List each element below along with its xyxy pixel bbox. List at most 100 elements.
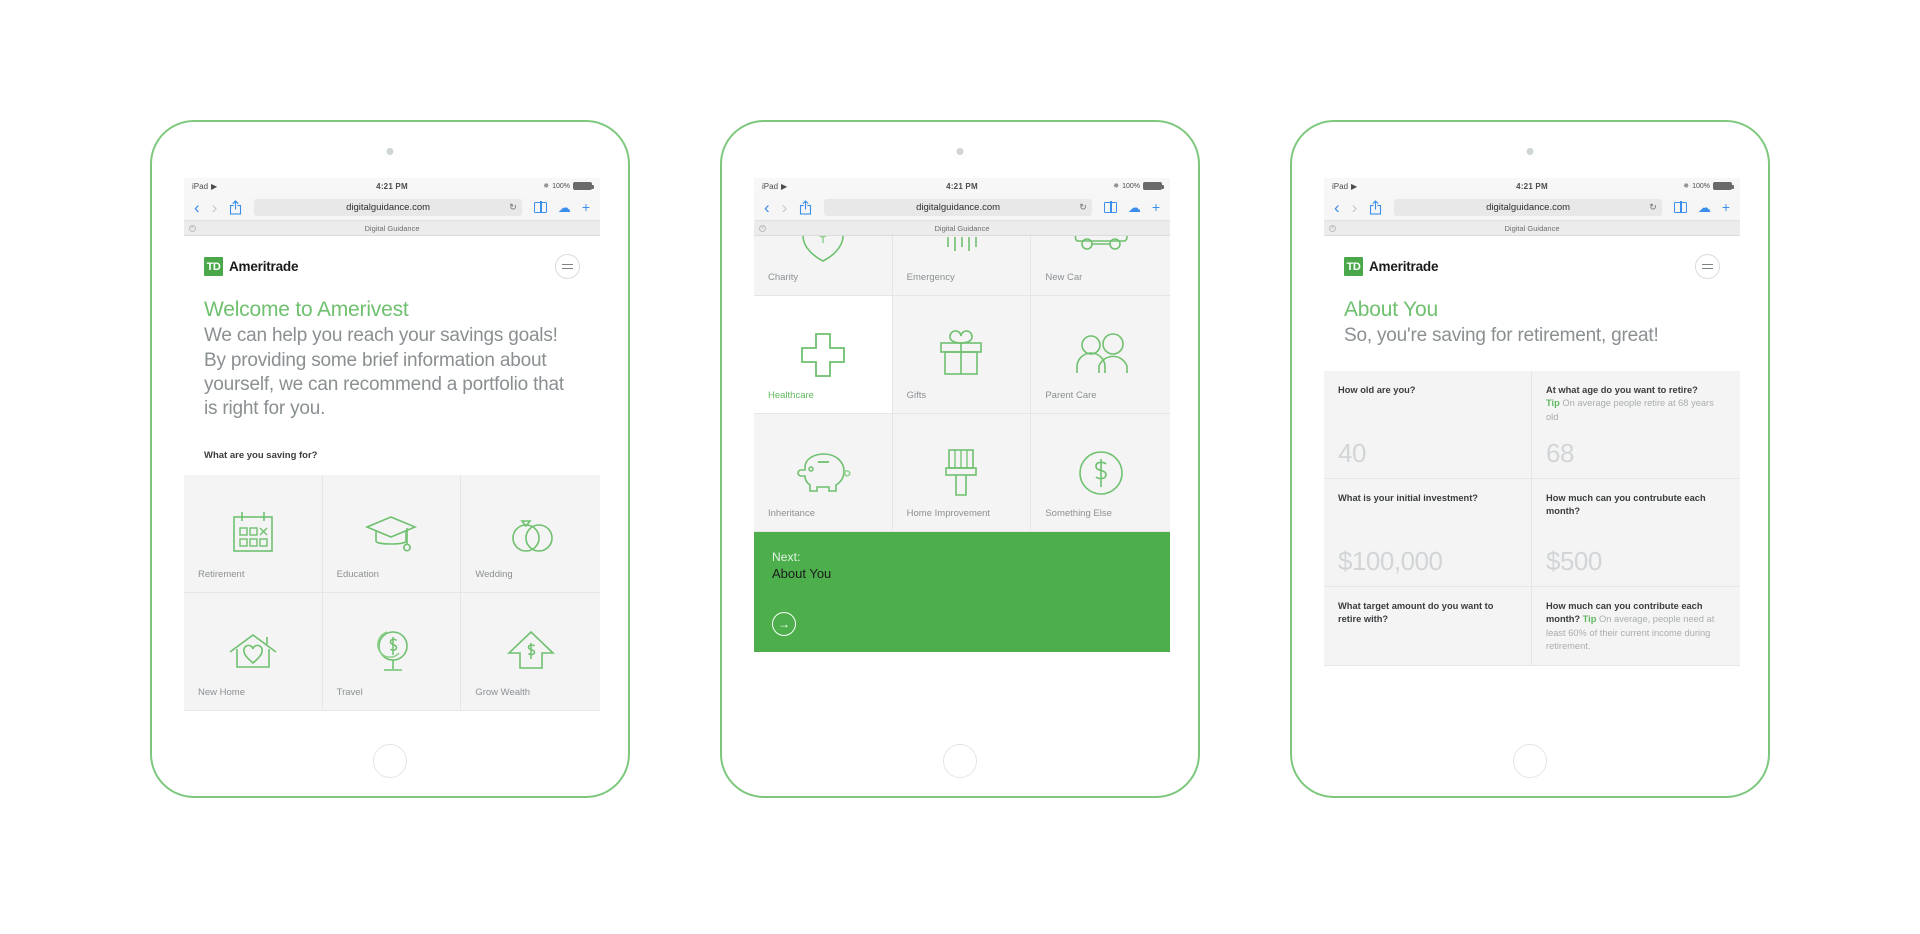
- form-field-monthly-contribution[interactable]: How much can you contrubute each month? …: [1532, 478, 1740, 587]
- gift-icon: [934, 324, 988, 386]
- plus-icon[interactable]: +: [1722, 200, 1730, 214]
- share-icon[interactable]: [799, 199, 812, 215]
- ipad-device-1: iPad ▶ 4:21 PM ✵ 100% ‹ › digitalguidanc…: [150, 120, 630, 798]
- piggy-bank-icon: [792, 442, 854, 504]
- goal-label: Parent Care: [1045, 390, 1097, 401]
- ipad-screen-1: iPad ▶ 4:21 PM ✵ 100% ‹ › digitalguidanc…: [184, 178, 600, 744]
- goal-tile-parent-care[interactable]: Parent Care: [1031, 296, 1170, 414]
- goal-tile-new-car[interactable]: New Car: [1031, 236, 1170, 296]
- page-3: TD Ameritrade About You So, you're savin…: [1324, 236, 1740, 744]
- tab-title[interactable]: Digital Guidance: [754, 224, 1170, 233]
- brand-logo: TD Ameritrade: [1344, 257, 1438, 276]
- goal-label: New Home: [198, 686, 245, 698]
- toolbar-right: ☁ +: [1103, 200, 1160, 214]
- goal-tile-education[interactable]: Education: [322, 474, 462, 593]
- hero-block-1: Welcome to Amerivest We can help you rea…: [184, 285, 600, 475]
- safari-tab-bar: ✕ Digital Guidance: [754, 221, 1170, 236]
- tab-title[interactable]: Digital Guidance: [184, 224, 600, 233]
- field-question: At what age do you want to retire? Tip On…: [1546, 384, 1726, 424]
- goal-tile-charity[interactable]: Charity: [754, 236, 893, 296]
- goal-tile-wedding[interactable]: Wedding: [461, 474, 600, 593]
- address-bar[interactable]: digitalguidance.com ↻: [824, 198, 1092, 216]
- book-icon[interactable]: [1103, 201, 1117, 213]
- hamburger-icon[interactable]: [555, 254, 580, 279]
- front-camera: [956, 148, 964, 155]
- rain-cloud-icon: [932, 236, 990, 268]
- ipad-device-3: iPad ▶ 4:21 PM ✵ 100% ‹ › digitalguidanc…: [1290, 120, 1770, 798]
- cloud-icon[interactable]: ☁: [1128, 201, 1141, 214]
- share-icon[interactable]: [1369, 199, 1382, 215]
- home-button[interactable]: [373, 744, 407, 778]
- book-icon[interactable]: [1673, 201, 1687, 213]
- form-field-age[interactable]: How old are you? 40: [1324, 370, 1532, 479]
- goal-tile-emergency[interactable]: Emergency: [892, 236, 1032, 296]
- back-icon[interactable]: ‹: [1334, 199, 1340, 216]
- front-camera: [386, 148, 394, 155]
- retire-age-input[interactable]: 68: [1546, 440, 1726, 466]
- toolbar-right: ☁ +: [1673, 200, 1730, 214]
- goal-label: Retirement: [198, 568, 245, 580]
- goal-tile-something-else[interactable]: Something Else: [1031, 414, 1170, 532]
- goal-label: Gifts: [906, 390, 927, 401]
- goal-label: Travel: [336, 686, 363, 698]
- safari-toolbar: ‹ › digitalguidance.com ↻ ☁ +: [754, 194, 1170, 221]
- back-icon[interactable]: ‹: [764, 199, 770, 216]
- next-step-banner[interactable]: Next: About You →: [754, 532, 1170, 652]
- reload-icon[interactable]: ↻: [1649, 202, 1657, 213]
- goal-tile-healthcare[interactable]: Healthcare: [754, 296, 893, 414]
- home-button[interactable]: [1513, 744, 1547, 778]
- battery-icon: [573, 182, 594, 190]
- status-clock: 4:21 PM: [946, 181, 978, 191]
- goal-label: Charity: [768, 272, 799, 283]
- reload-icon[interactable]: ↻: [1079, 202, 1087, 213]
- status-clock: 4:21 PM: [376, 181, 408, 191]
- goal-tile-gifts[interactable]: Gifts: [892, 296, 1032, 414]
- forward-icon[interactable]: ›: [1352, 199, 1358, 216]
- url-text: digitalguidance.com: [1486, 201, 1571, 213]
- form-field-initial-investment[interactable]: What is your initial investment? $100,00…: [1324, 478, 1532, 587]
- house-heart-icon: [225, 620, 281, 682]
- form-field-retire-age[interactable]: At what age do you want to retire? Tip On…: [1532, 370, 1740, 479]
- forward-icon[interactable]: ›: [782, 199, 788, 216]
- form-field-monthly-contribution-2[interactable]: How much can you contribute each month? …: [1532, 586, 1740, 667]
- reload-icon[interactable]: ↻: [509, 202, 517, 213]
- goal-tile-retirement[interactable]: Retirement: [184, 474, 323, 593]
- page-1: TD Ameritrade Welcome to Amerivest We ca…: [184, 236, 600, 744]
- address-bar[interactable]: digitalguidance.com ↻: [254, 198, 522, 216]
- goal-label: Healthcare: [768, 390, 814, 401]
- age-input[interactable]: 40: [1338, 440, 1517, 466]
- up-arrow-dollar-icon: [503, 620, 559, 682]
- td-mark-icon: TD: [204, 257, 223, 276]
- back-icon[interactable]: ‹: [194, 199, 200, 216]
- tab-title[interactable]: Digital Guidance: [1324, 224, 1740, 233]
- arrow-right-icon[interactable]: →: [772, 612, 796, 636]
- book-icon[interactable]: [533, 201, 547, 213]
- cloud-icon[interactable]: ☁: [1698, 201, 1711, 214]
- goal-tile-grow-wealth[interactable]: Grow Wealth: [461, 592, 600, 711]
- brand-name: Ameritrade: [1369, 259, 1439, 274]
- site-header: TD Ameritrade: [184, 236, 600, 285]
- screenshot-canvas: iPad ▶ 4:21 PM ✵ 100% ‹ › digitalguidanc…: [0, 0, 1920, 934]
- plus-icon[interactable]: +: [582, 200, 590, 214]
- goal-question: What are you saving for?: [204, 449, 318, 461]
- ios-status-bar: iPad ▶ 4:21 PM ✵ 100%: [184, 178, 600, 194]
- hamburger-icon[interactable]: [1695, 254, 1720, 279]
- forward-icon[interactable]: ›: [212, 199, 218, 216]
- goal-tile-new-home[interactable]: New Home: [184, 592, 323, 711]
- goal-label: Inheritance: [768, 508, 816, 519]
- monthly-contribution-input[interactable]: $500: [1546, 548, 1726, 574]
- goal-tile-home-improvement[interactable]: Home Improvement: [892, 414, 1032, 532]
- cloud-icon[interactable]: ☁: [558, 201, 571, 214]
- initial-investment-input[interactable]: $100,000: [1338, 548, 1517, 574]
- address-bar[interactable]: digitalguidance.com ↻: [1394, 198, 1662, 216]
- url-text: digitalguidance.com: [346, 201, 431, 213]
- page-title: Welcome to Amerivest: [204, 298, 409, 321]
- safari-tab-bar: ✕ Digital Guidance: [184, 221, 600, 236]
- home-button[interactable]: [943, 744, 977, 778]
- goal-tile-inheritance[interactable]: Inheritance: [754, 414, 893, 532]
- plus-icon[interactable]: +: [1152, 200, 1160, 214]
- goal-grid-1: Retirement Education Wedding New Home Tr…: [184, 474, 600, 711]
- goal-tile-travel[interactable]: Travel: [322, 592, 462, 711]
- form-field-target-amount[interactable]: What target amount do you want to retire…: [1324, 586, 1532, 667]
- share-icon[interactable]: [229, 199, 242, 215]
